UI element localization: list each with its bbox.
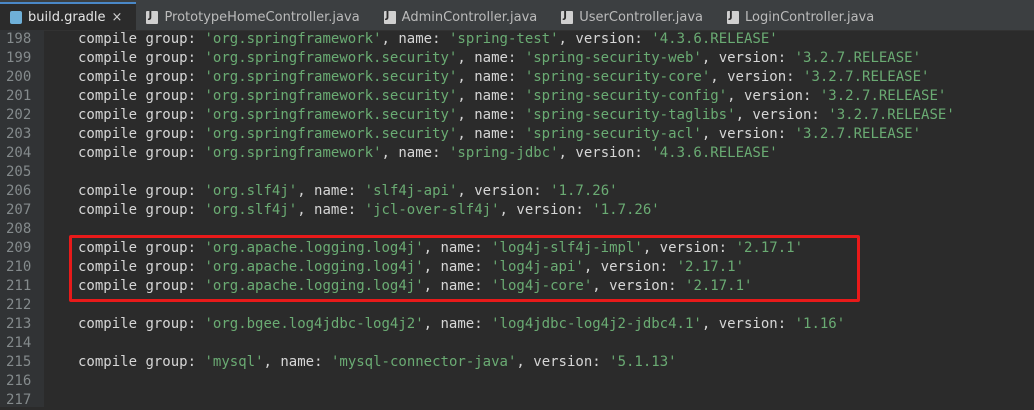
code-text: compile group: 'org.springframework.secu… bbox=[78, 88, 947, 104]
code-text: compile group: 'org.springframework.secu… bbox=[78, 50, 922, 66]
editor-tab-bar: build.gradle × PrototypeHomeController.j… bbox=[0, 0, 1034, 31]
code-line[interactable]: 214 bbox=[0, 334, 1034, 353]
code-line[interactable]: 199 compile group: 'org.springframework.s… bbox=[0, 49, 1034, 68]
code-text: compile group: 'org.bgee.log4jdbc-log4j2… bbox=[78, 316, 846, 332]
code-text: compile group: 'org.springframework', na… bbox=[78, 145, 778, 161]
code-line[interactable]: 205 bbox=[0, 163, 1034, 182]
code-text: compile group: 'org.slf4j', name: 'slf4j… bbox=[78, 183, 618, 199]
code-line[interactable]: 200 compile group: 'org.springframework.s… bbox=[0, 68, 1034, 87]
line-number: 205 bbox=[6, 164, 32, 180]
code-text: compile group: 'org.slf4j', name: 'jcl-o… bbox=[78, 202, 660, 218]
line-number: 208 bbox=[6, 221, 32, 237]
line-number: 198 bbox=[6, 31, 32, 47]
code-line[interactable]: 217 bbox=[0, 391, 1034, 410]
code-line[interactable]: 198 compile group: 'org.springframework',… bbox=[0, 30, 1034, 49]
code-line[interactable]: 216 bbox=[0, 372, 1034, 391]
line-number: 212 bbox=[6, 297, 32, 313]
tab-label: AdminController.java bbox=[401, 9, 538, 25]
line-number: 200 bbox=[6, 69, 32, 85]
line-number: 199 bbox=[6, 50, 32, 66]
tab-label: build.gradle bbox=[28, 9, 106, 25]
line-number: 206 bbox=[6, 183, 32, 199]
gradle-icon bbox=[10, 10, 22, 24]
line-number: 214 bbox=[6, 335, 32, 351]
code-line[interactable]: 215 compile group: 'mysql', name: 'mysql-… bbox=[0, 353, 1034, 372]
code-text: compile group: 'org.springframework.secu… bbox=[78, 126, 922, 142]
tab-prototype-home-controller[interactable]: PrototypeHomeController.java bbox=[136, 4, 373, 30]
tab-user-controller[interactable]: UserController.java bbox=[551, 4, 717, 30]
line-number: 209 bbox=[6, 240, 32, 256]
code-line[interactable]: 207 compile group: 'org.slf4j', name: 'jc… bbox=[0, 201, 1034, 220]
line-number: 216 bbox=[6, 373, 32, 389]
java-file-icon bbox=[727, 10, 739, 24]
code-text: compile group: 'org.springframework.secu… bbox=[78, 69, 930, 85]
code-text: compile group: 'mysql', name: 'mysql-con… bbox=[78, 354, 677, 370]
tab-label: PrototypeHomeController.java bbox=[164, 9, 360, 25]
tab-login-controller[interactable]: LoginController.java bbox=[717, 4, 888, 30]
java-file-icon bbox=[561, 10, 574, 24]
close-icon[interactable]: × bbox=[112, 10, 123, 25]
line-number: 204 bbox=[6, 145, 32, 161]
code-line[interactable]: 203 compile group: 'org.springframework.s… bbox=[0, 125, 1034, 144]
line-number: 215 bbox=[6, 354, 32, 370]
code-text: compile group: 'org.springframework', na… bbox=[78, 31, 778, 47]
highlight-box bbox=[69, 235, 860, 302]
code-line[interactable]: 206 compile group: 'org.slf4j', name: 'sl… bbox=[0, 182, 1034, 201]
java-file-icon bbox=[146, 10, 159, 24]
line-number: 211 bbox=[6, 278, 32, 294]
line-number: 213 bbox=[6, 316, 32, 332]
tab-admin-controller[interactable]: AdminController.java bbox=[374, 4, 552, 30]
tab-label: LoginController.java bbox=[745, 9, 875, 25]
code-line[interactable]: 202 compile group: 'org.springframework.s… bbox=[0, 106, 1034, 125]
tab-build-gradle[interactable]: build.gradle × bbox=[0, 2, 137, 30]
code-line[interactable]: 213 compile group: 'org.bgee.log4jdbc-log… bbox=[0, 315, 1034, 334]
line-number: 207 bbox=[6, 202, 32, 218]
line-number: 202 bbox=[6, 107, 32, 123]
code-line[interactable]: 201 compile group: 'org.springframework.s… bbox=[0, 87, 1034, 106]
line-number: 217 bbox=[6, 392, 32, 408]
tab-label: UserController.java bbox=[579, 9, 703, 25]
line-number: 203 bbox=[6, 126, 32, 142]
line-number: 201 bbox=[6, 88, 32, 104]
code-text: compile group: 'org.springframework.secu… bbox=[78, 107, 955, 123]
code-editor[interactable]: 198 compile group: 'org.springframework',… bbox=[0, 30, 1034, 410]
line-number: 210 bbox=[6, 259, 32, 275]
code-line[interactable]: 204 compile group: 'org.springframework',… bbox=[0, 144, 1034, 163]
java-file-icon bbox=[383, 10, 396, 24]
